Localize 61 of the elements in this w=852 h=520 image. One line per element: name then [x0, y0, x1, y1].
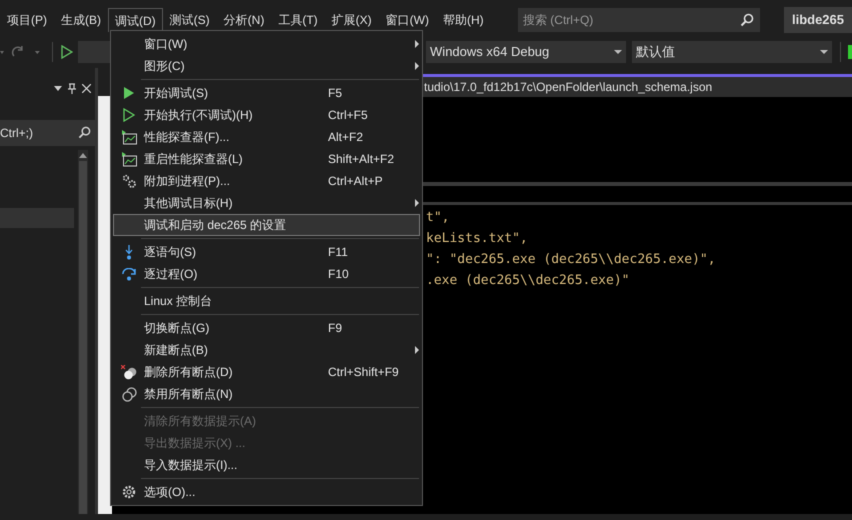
menu-option[interactable]: 开始调试(S) F5	[113, 82, 420, 104]
menu-option[interactable]: 逐语句(S) F11	[113, 241, 420, 263]
menu-item[interactable]: 分析(N)	[216, 8, 272, 32]
chart-icon	[121, 152, 137, 166]
dropdown-icon[interactable]	[54, 86, 62, 90]
menu-option[interactable]: 性能探查器(F)... Alt+F2	[113, 126, 420, 148]
menu-option[interactable]: 禁用所有断点(N)	[113, 383, 420, 405]
config-dropdown[interactable]: 默认值	[632, 41, 832, 63]
submenu-arrow-icon	[415, 40, 420, 48]
menu-option[interactable]: 开始执行(不调试)(H) Ctrl+F5	[113, 104, 420, 126]
close-icon[interactable]	[82, 84, 91, 92]
menu-option[interactable]: Linux 控制台	[113, 290, 420, 312]
caret-icon[interactable]	[614, 50, 622, 54]
solution-name[interactable]: libde265	[784, 7, 852, 33]
menu-item[interactable]: 项目(P)	[0, 8, 54, 32]
search-icon[interactable]	[78, 126, 91, 139]
caret-icon[interactable]	[820, 50, 828, 54]
menu-option[interactable]: 其他调试目标(H)	[113, 192, 420, 214]
menu-option[interactable]: 图形(C)	[113, 55, 420, 77]
menu-option[interactable]: 附加到进程(P)... Ctrl+Alt+P	[113, 170, 420, 192]
menu-option[interactable]: 窗口(W)	[113, 33, 420, 55]
menu-item[interactable]: 测试(S)	[162, 8, 217, 32]
menu-option[interactable]: 重启性能探查器(L) Shift+Alt+F2	[113, 148, 420, 170]
chart-icon	[121, 130, 137, 144]
menu-option[interactable]: 切换断点(G) F9	[113, 317, 420, 339]
gears-icon	[122, 174, 136, 188]
code-line: t",	[426, 209, 450, 227]
menu-item[interactable]: 帮助(H)	[436, 8, 491, 32]
step-over-icon	[122, 268, 136, 280]
play-icon	[123, 108, 135, 122]
scrollbar[interactable]	[78, 150, 88, 514]
menu-item[interactable]: 扩展(X)	[324, 8, 379, 32]
code-line: keLists.txt",	[426, 230, 528, 248]
menu-item[interactable]: 窗口(W)	[378, 8, 436, 32]
code-line: .exe (dec265\\dec265.exe)"	[426, 272, 630, 290]
menu-option[interactable]: 新建断点(B)	[113, 339, 420, 361]
config-dropdown[interactable]: Windows x64 Debug	[426, 41, 626, 63]
menu-item[interactable]: 生成(B)	[54, 8, 108, 32]
menu-option[interactable]: 导入数据提示(I)...	[113, 454, 420, 476]
submenu-arrow-icon	[415, 62, 420, 70]
delete-breakpoints-icon	[121, 364, 137, 380]
disable-breakpoints-icon	[122, 386, 136, 402]
menu-option[interactable]: 删除所有断点(D) Ctrl+Shift+F9	[113, 361, 420, 383]
search-field[interactable]: 搜索 (Ctrl+Q)	[518, 8, 760, 32]
menu-option[interactable]: 逐过程(O) F10	[113, 263, 420, 285]
pin-icon[interactable]	[68, 82, 76, 94]
menu-item[interactable]: 工具(T)	[271, 8, 325, 32]
arrow-icon[interactable]	[79, 153, 87, 158]
search-field[interactable]: Ctrl+;)	[0, 120, 95, 146]
file-path: tudio\17.0_fd12b17c\OpenFolder\launch_schema.json	[424, 79, 712, 96]
submenu-arrow-icon	[415, 199, 420, 207]
play-icon[interactable]	[60, 45, 73, 59]
settings-icon	[122, 485, 136, 499]
menu-item[interactable]: 调试(D)	[108, 8, 163, 32]
code-line: ": "dec265.exe (dec265\\dec265.exe)",	[426, 251, 716, 269]
search-icon[interactable]	[740, 13, 754, 27]
step-into-icon	[124, 244, 134, 260]
play-icon	[123, 86, 135, 100]
menu-option[interactable]: 调试和启动 dec265 的设置	[113, 214, 420, 236]
submenu-arrow-icon	[415, 346, 420, 354]
menu-option[interactable]: 选项(O)...	[113, 481, 420, 503]
